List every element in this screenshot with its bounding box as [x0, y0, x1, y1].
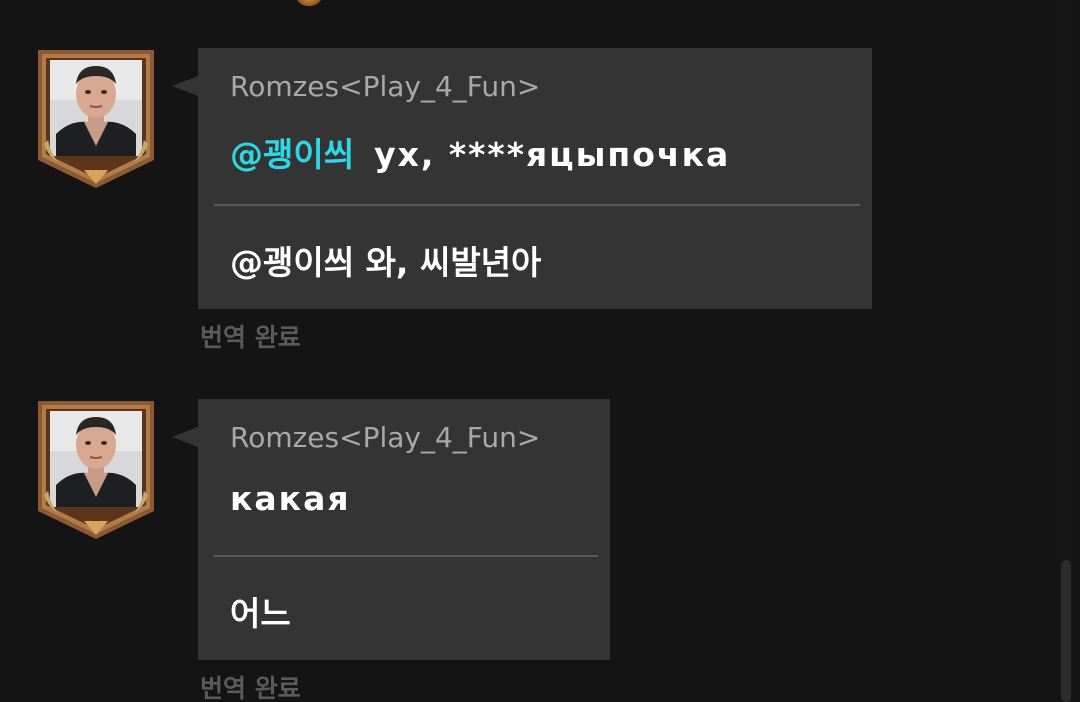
rank-badge-frame-icon	[38, 50, 154, 188]
avatar[interactable]	[34, 48, 158, 190]
sender-name[interactable]: Romzes<Play_4_Fun>	[230, 70, 540, 103]
emblem-icon	[296, 0, 322, 6]
message-body: какая	[230, 479, 351, 518]
sender-name[interactable]: Romzes<Play_4_Fun>	[230, 421, 540, 454]
translated-text: 어느	[230, 594, 291, 633]
translated-text: @괭이씌 와, 씨발년아	[230, 243, 542, 282]
mention-tag[interactable]: @괭이씌	[230, 135, 354, 174]
translation-status: 번역 완료	[200, 323, 301, 352]
translation-status: 번역 완료	[200, 674, 301, 702]
avatar[interactable]	[34, 399, 158, 541]
scrollbar-thumb[interactable]	[1061, 560, 1071, 702]
message-bubble: Romzes<Play_4_Fun> @괭이씌 ух, ****яцыпочка …	[198, 48, 872, 309]
bubble-tail	[172, 427, 198, 447]
chat-message: Romzes<Play_4_Fun> какая 어느 번역 완료	[0, 399, 1040, 702]
original-text: @괭이씌 ух, ****яцыпочка	[230, 128, 730, 176]
bubble-tail	[172, 76, 198, 96]
message-body: ух, ****яцыпочка	[374, 135, 731, 174]
original-text: какая	[230, 479, 351, 518]
translation-divider	[214, 204, 860, 206]
translation-divider	[214, 555, 598, 557]
message-bubble: Romzes<Play_4_Fun> какая 어느	[198, 399, 610, 660]
chat-window: Romzes<Play_4_Fun> @괭이씌 ух, ****яцыпочка …	[0, 0, 1080, 702]
rank-badge-frame-icon	[38, 401, 154, 539]
chat-message: Romzes<Play_4_Fun> @괭이씌 ух, ****яцыпочка …	[0, 48, 1040, 358]
